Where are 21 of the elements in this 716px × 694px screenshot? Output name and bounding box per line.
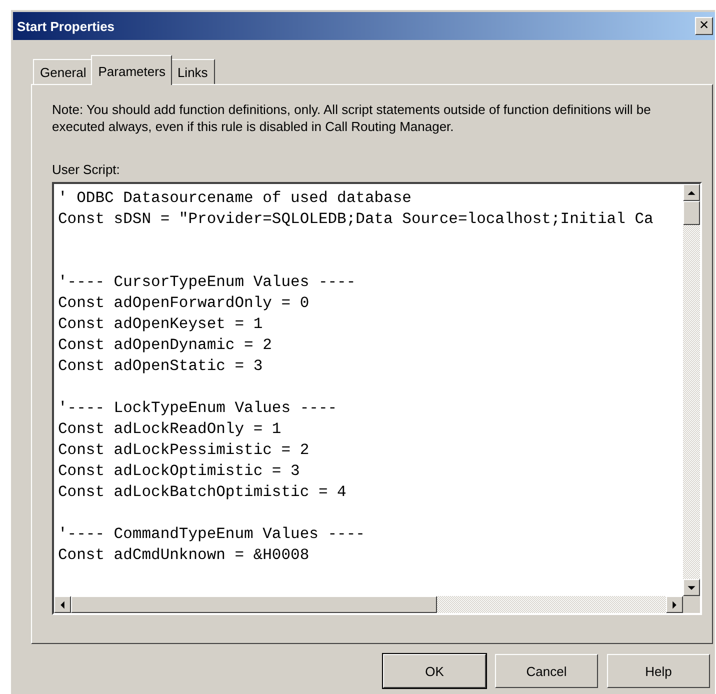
tab[interactable]: General xyxy=(33,59,94,84)
dialog-button[interactable]: OK xyxy=(383,654,486,688)
window-title: Start Properties xyxy=(16,18,115,34)
dialog-button[interactable]: Help xyxy=(607,654,710,688)
dialog-button[interactable]: Cancel xyxy=(495,654,598,688)
tab[interactable]: Parameters xyxy=(91,55,172,85)
scroll-up-icon[interactable] xyxy=(683,184,700,201)
scroll-down-icon[interactable] xyxy=(683,579,700,596)
field-label: User Script: xyxy=(52,162,121,177)
script-text: ' ODBC Datasourcename of used database Const sDSN = "Provider=SQLOLEDB;Data Source=localhost;Initial Ca '---- CursorTypeEnum Values ---- Const adOpenForwardOnly = 0 Const adOpenKeyset = 1 Const adOpenDynamic = 2 Const adOpenStatic = 3 '---- LockTypeEnum Values ---- Const adLockReadOnly = 1 Const adLockPessimistic = 2 Const adLockOptimistic = 3 Const adLockBatchOptimistic = 4 '---- CommandTypeEnum Values ---- Const adCmdUnknown = &H0008 xyxy=(57,188,654,566)
script-editor[interactable] xyxy=(52,182,702,615)
vertical-scrollbar[interactable] xyxy=(683,184,700,596)
scroll-thumb[interactable] xyxy=(71,596,437,613)
close-button[interactable]: × xyxy=(695,17,713,35)
scroll-right-icon[interactable] xyxy=(666,596,683,613)
note-text: Note: You should add function definitions, only. All script statements outside of function definitions will be executed always, even if this rule is disabled in Call Routing Manager. xyxy=(52,101,652,135)
scroll-thumb[interactable] xyxy=(683,201,700,225)
scroll-left-icon[interactable] xyxy=(54,596,71,613)
tab[interactable]: Links xyxy=(170,59,215,84)
horizontal-scrollbar[interactable] xyxy=(54,596,683,613)
scrollbar-corner xyxy=(683,596,700,613)
